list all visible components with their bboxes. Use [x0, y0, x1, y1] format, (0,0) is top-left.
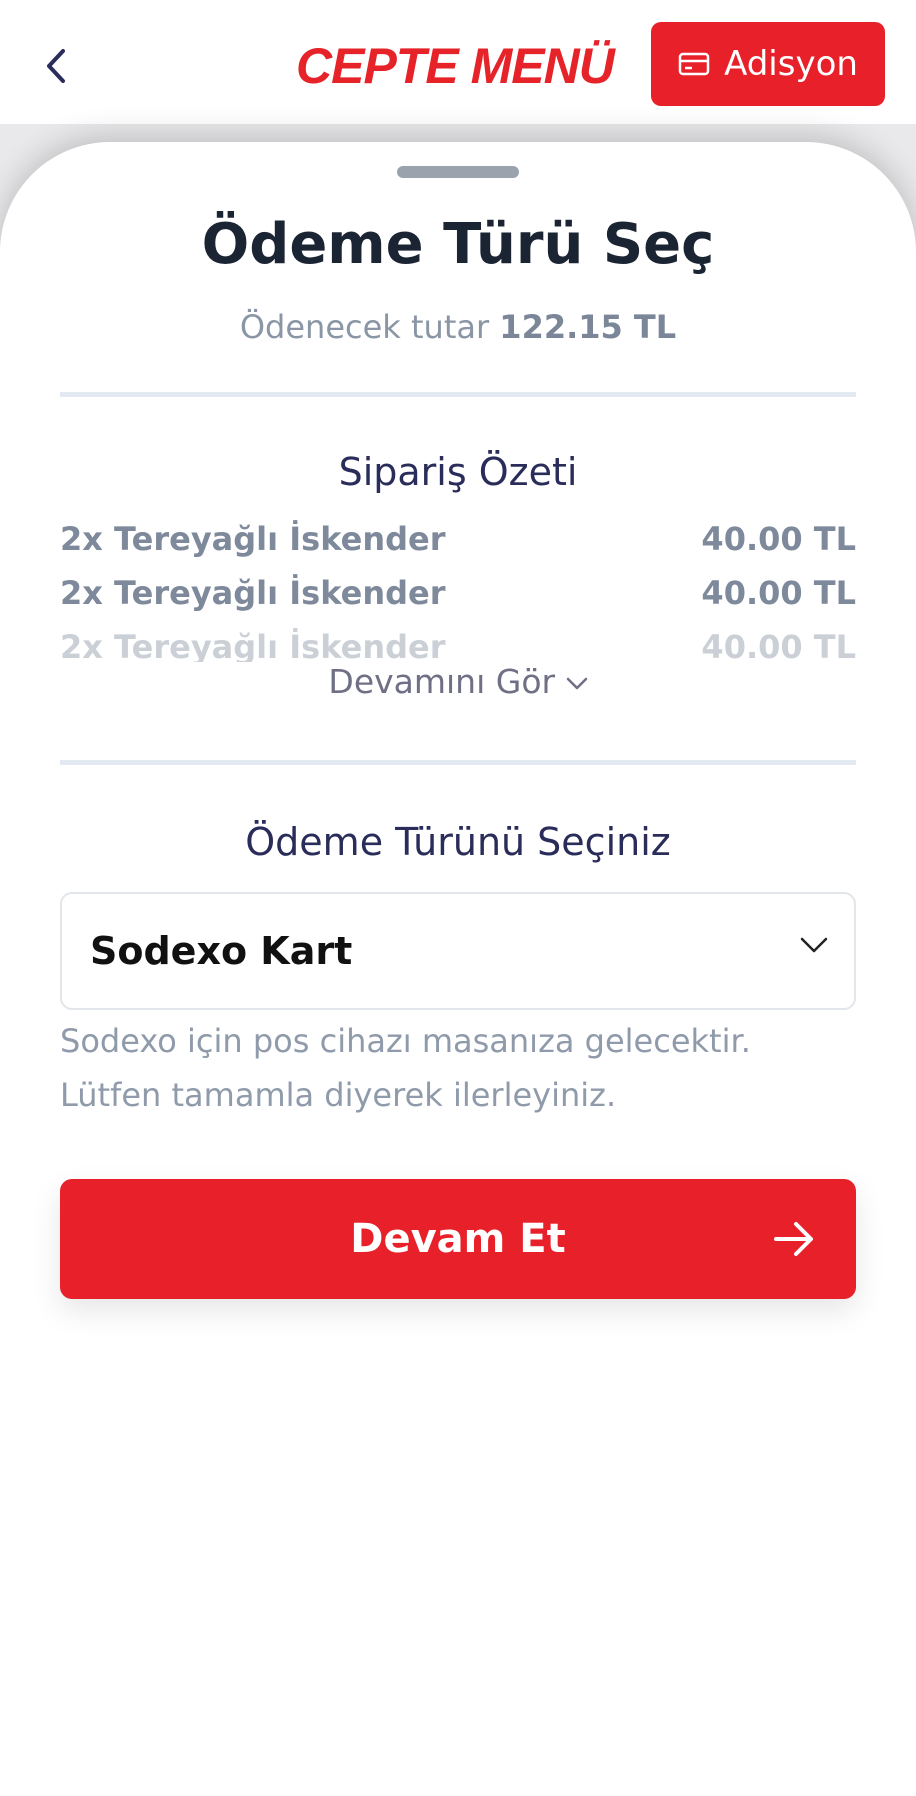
- order-summary-title: Sipariş Özeti: [338, 450, 578, 494]
- payment-info: Sodexo için pos cihazı masanıza gelecekt…: [60, 1014, 856, 1122]
- chevron-left-icon: [47, 49, 65, 83]
- sheet-title: Ödeme Türü Seç: [201, 212, 715, 277]
- back-button[interactable]: [36, 42, 76, 90]
- card-icon: [678, 52, 710, 76]
- see-more-label: Devamını Gör: [328, 662, 556, 701]
- payment-sheet: Ödeme Türü Seç Ödenecek tutar 122.15 TL …: [0, 142, 916, 1796]
- list-item: 2x Tereyağlı İskender 40.00 TL: [60, 620, 856, 662]
- amount-summary: Ödenecek tutar 122.15 TL: [0, 308, 916, 346]
- see-more-link[interactable]: Devamını Gör: [0, 662, 916, 701]
- order-summary-list: 2x Tereyağlı İskender 40.00 TL 2x Tereya…: [60, 512, 856, 662]
- payment-type-title: Ödeme Türünü Seçiniz: [245, 820, 671, 864]
- payment-type-select[interactable]: Sodexo Kart: [60, 892, 856, 1010]
- chevron-down-icon: [800, 937, 828, 953]
- item-name: 2x Tereyağlı İskender: [60, 520, 446, 558]
- list-item: 2x Tereyağlı İskender 40.00 TL: [60, 566, 856, 620]
- chevron-down-icon: [566, 677, 587, 689]
- item-price: 40.00 TL: [701, 520, 856, 558]
- drag-handle[interactable]: [397, 166, 519, 178]
- info-line: Sodexo için pos cihazı masanıza gelecekt…: [60, 1022, 751, 1060]
- amount-label: Ödenecek tutar: [239, 308, 490, 346]
- amount-value: 122.15 TL: [499, 308, 677, 346]
- adisyon-button[interactable]: Adisyon: [651, 22, 885, 106]
- divider: [60, 392, 856, 397]
- list-item: 2x Tereyağlı İskender 40.00 TL: [60, 512, 856, 566]
- item-name: 2x Tereyağlı İskender: [60, 628, 446, 662]
- brand-logo: CEPTE MENÜ: [296, 38, 615, 94]
- item-price: 40.00 TL: [701, 628, 856, 662]
- item-name: 2x Tereyağlı İskender: [60, 574, 446, 612]
- top-bar: CEPTE MENÜ Adisyon: [0, 0, 916, 124]
- info-line: Lütfen tamamla diyerek ilerleyiniz.: [60, 1076, 617, 1114]
- selected-payment-type: Sodexo Kart: [90, 929, 353, 973]
- adisyon-label: Adisyon: [724, 44, 858, 84]
- divider: [60, 760, 856, 765]
- continue-label: Devam Et: [350, 1216, 566, 1262]
- arrow-right-icon: [774, 1222, 813, 1256]
- item-price: 40.00 TL: [701, 574, 856, 612]
- continue-button[interactable]: Devam Et: [60, 1179, 856, 1299]
